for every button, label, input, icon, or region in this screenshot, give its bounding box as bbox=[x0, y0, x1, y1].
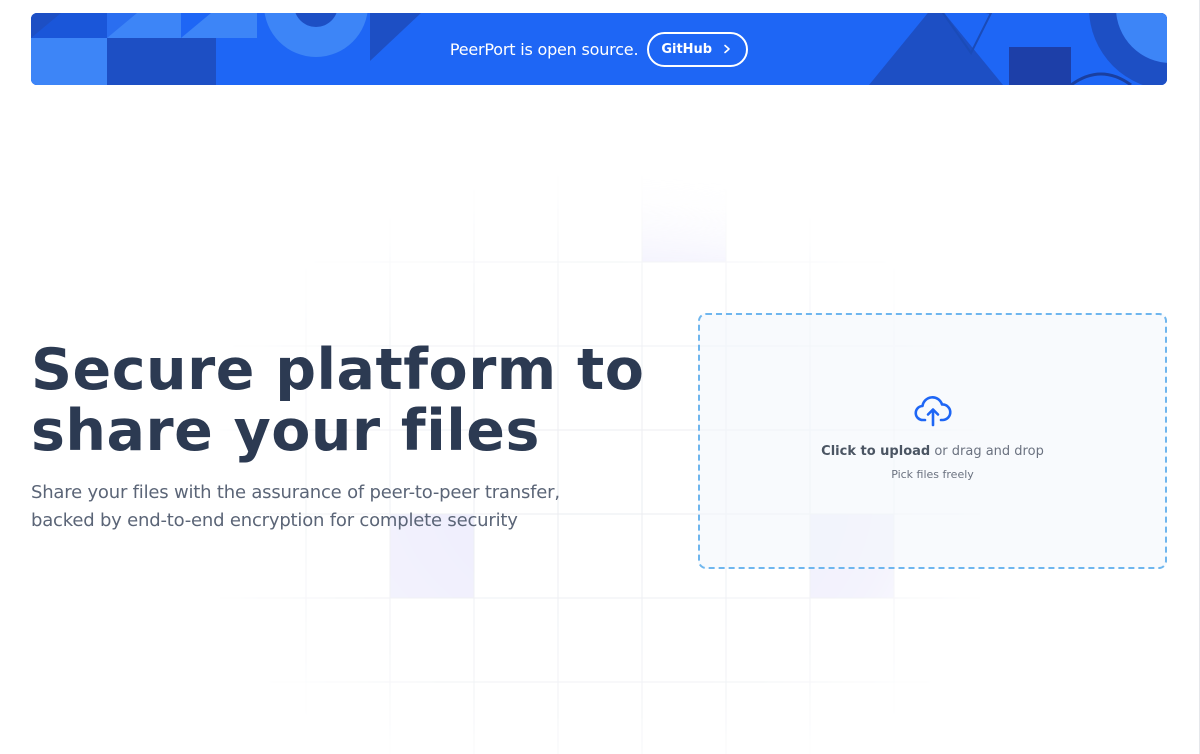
hero-title: Secure platform to share your files bbox=[31, 340, 651, 462]
hero-subtitle-line-1: Share your files with the assurance of p… bbox=[31, 482, 560, 503]
cloud-upload-icon bbox=[913, 396, 952, 427]
chevron-right-icon bbox=[722, 44, 732, 54]
drag-and-drop-text: or drag and drop bbox=[930, 444, 1044, 459]
upload-hint: Pick files freely bbox=[891, 468, 974, 481]
hero-title-line-1: Secure platform to bbox=[31, 337, 645, 403]
hero-subtitle: Share your files with the assurance of p… bbox=[31, 479, 611, 535]
upload-instruction: Click to upload or drag and drop bbox=[821, 444, 1044, 459]
banner-content: PeerPort is open source. GitHub bbox=[31, 13, 1167, 85]
hero-subtitle-line-2: backed by end-to-end encryption for comp… bbox=[31, 510, 518, 531]
hero-title-line-2: share your files bbox=[31, 398, 540, 464]
github-button[interactable]: GitHub bbox=[647, 31, 749, 67]
click-to-upload-text[interactable]: Click to upload bbox=[821, 444, 930, 459]
banner-text: PeerPort is open source. bbox=[449, 39, 639, 59]
open-source-banner: PeerPort is open source. GitHub bbox=[31, 13, 1167, 85]
github-button-label: GitHub bbox=[661, 41, 713, 57]
file-upload-dropzone[interactable]: Click to upload or drag and drop Pick fi… bbox=[698, 313, 1167, 569]
upload-content: Click to upload or drag and drop Pick fi… bbox=[700, 395, 1165, 481]
page: PeerPort is open source. GitHub Secure p… bbox=[0, 0, 1200, 754]
